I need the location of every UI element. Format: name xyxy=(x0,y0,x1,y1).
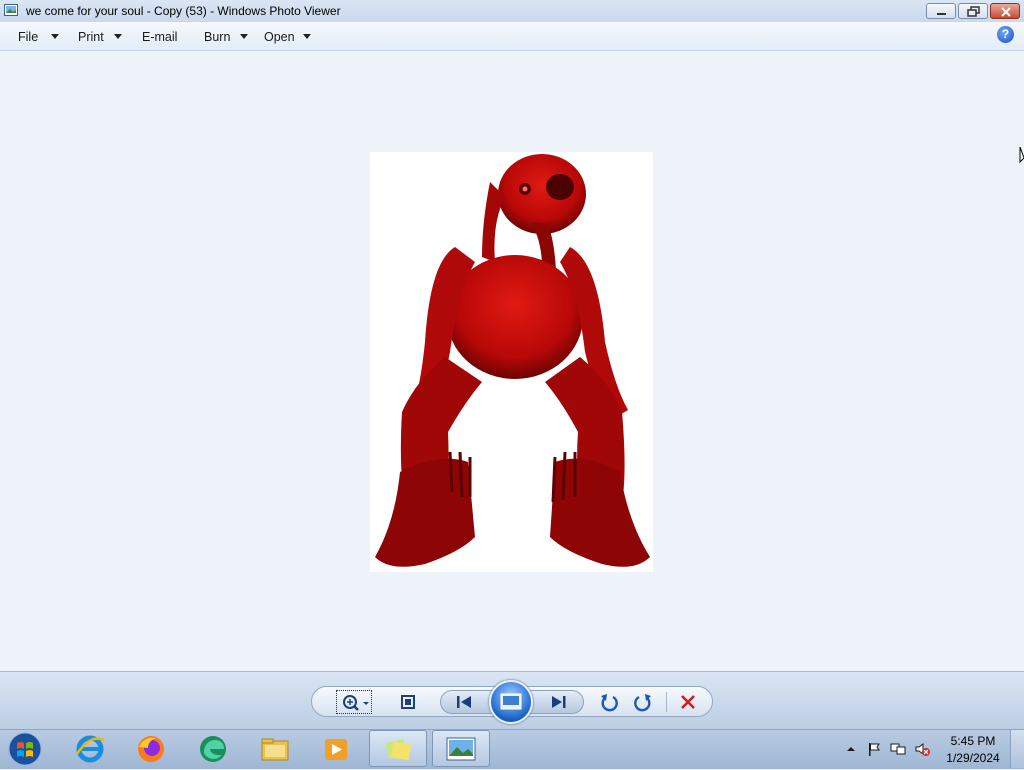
sticky-notes-icon[interactable] xyxy=(381,732,415,766)
print-dropdown-icon[interactable] xyxy=(114,34,122,39)
slideshow-icon[interactable] xyxy=(489,680,533,724)
rotate-clockwise-icon[interactable] xyxy=(630,690,656,714)
network-icon[interactable] xyxy=(890,741,906,757)
start-button[interactable] xyxy=(6,731,44,767)
clock-date[interactable]: 1/29/2024 xyxy=(940,751,1006,765)
help-icon[interactable]: ? xyxy=(997,26,1014,43)
mouse-cursor-icon xyxy=(1019,146,1024,164)
zoom-icon[interactable] xyxy=(336,690,372,714)
title-bar[interactable]: we come for your soul - Copy (53) - Wind… xyxy=(0,0,1024,23)
restore-button[interactable] xyxy=(958,3,988,19)
action-center-flag-icon[interactable] xyxy=(866,741,882,757)
firefox-icon[interactable] xyxy=(134,732,168,766)
show-desktop-button[interactable] xyxy=(1010,730,1024,768)
menu-open[interactable]: Open xyxy=(264,30,295,44)
menu-print[interactable]: Print xyxy=(78,30,104,44)
burn-dropdown-icon[interactable] xyxy=(240,34,248,39)
open-dropdown-icon[interactable] xyxy=(303,34,311,39)
delete-icon[interactable] xyxy=(675,690,701,714)
window-title: we come for your soul - Copy (53) - Wind… xyxy=(26,4,341,18)
controls-divider xyxy=(666,692,667,712)
menu-email[interactable]: E-mail xyxy=(142,30,177,44)
close-button[interactable] xyxy=(990,3,1020,19)
red-creature-figure xyxy=(375,154,650,567)
media-player-icon[interactable] xyxy=(319,732,353,766)
photo-viewer-icon[interactable] xyxy=(444,732,478,766)
minimize-button[interactable] xyxy=(926,3,956,19)
menu-file[interactable]: File xyxy=(18,30,38,44)
menu-burn[interactable]: Burn xyxy=(204,30,230,44)
edge-icon[interactable] xyxy=(196,732,230,766)
photo-viewer-icon xyxy=(4,3,18,17)
volume-muted-icon[interactable] xyxy=(914,741,930,757)
next-icon[interactable] xyxy=(546,690,572,714)
displayed-photo xyxy=(370,152,653,572)
actual-size-icon[interactable] xyxy=(395,690,421,714)
previous-icon[interactable] xyxy=(451,690,477,714)
rotate-counterclockwise-icon[interactable] xyxy=(596,690,622,714)
show-hidden-icons-icon[interactable] xyxy=(843,741,859,757)
internet-explorer-icon[interactable] xyxy=(73,732,107,766)
file-dropdown-icon[interactable] xyxy=(51,34,59,39)
file-explorer-icon[interactable] xyxy=(258,732,292,766)
clock-time[interactable]: 5:45 PM xyxy=(940,734,1006,748)
